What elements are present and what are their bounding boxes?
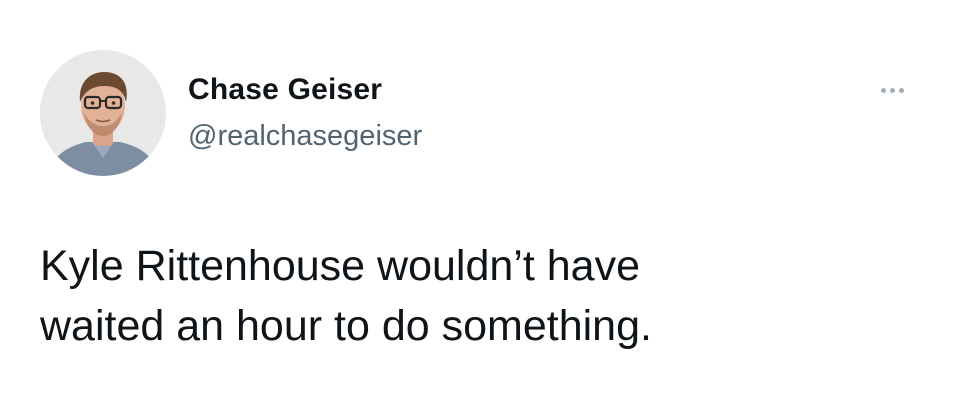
tweet-text: Kyle Rittenhouse wouldn’t have waited an… xyxy=(40,236,920,356)
tweet-text-line: waited an hour to do something. xyxy=(40,302,652,350)
tweet-card: Chase Geiser @realchasegeiser Kyle Ritte… xyxy=(0,0,960,418)
tweet-text-line: Kyle Rittenhouse wouldn’t have xyxy=(40,242,640,290)
more-options-button[interactable] xyxy=(872,78,912,102)
author-avatar[interactable] xyxy=(40,50,166,176)
more-horizontal-icon xyxy=(879,87,906,93)
avatar-photo-icon xyxy=(40,50,166,176)
author-display-name[interactable]: Chase Geiser xyxy=(188,73,382,107)
author-handle[interactable]: @realchasegeiser xyxy=(188,120,422,153)
